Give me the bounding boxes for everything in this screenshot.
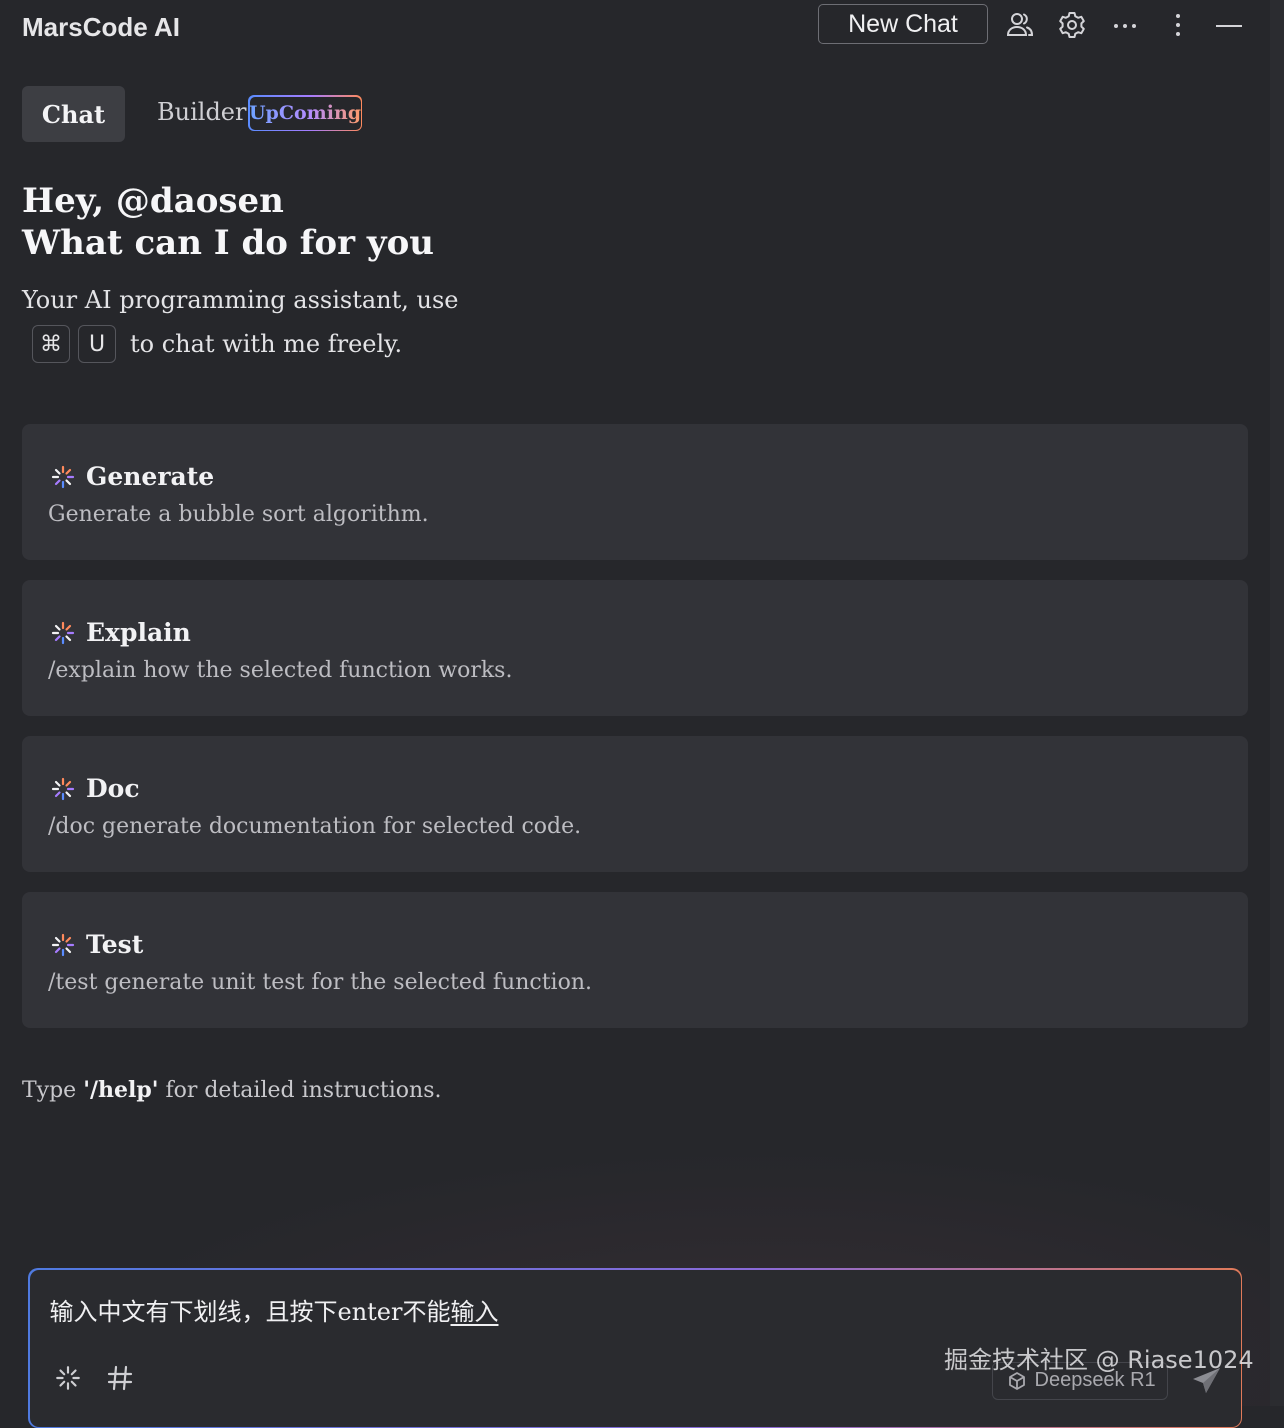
tab-chat[interactable]: Chat	[22, 86, 125, 142]
card-description: /explain how the selected function works…	[48, 658, 513, 683]
scrollbar[interactable]	[1270, 0, 1284, 1406]
card-title: Doc	[86, 774, 140, 803]
suggestion-card-generate[interactable]: Generate Generate a bubble sort algorith…	[22, 424, 1248, 560]
card-title: Generate	[86, 462, 215, 491]
people-icon[interactable]	[1003, 8, 1037, 42]
u-key: U	[78, 325, 116, 363]
upcoming-badge-text: UpComing	[248, 102, 362, 124]
intro-text: Your AI programming assistant, use	[22, 286, 459, 314]
top-bar: MarsCode AI New Chat	[0, 0, 1284, 60]
card-title: Test	[86, 930, 144, 959]
sparkle-icon[interactable]	[52, 1362, 84, 1394]
intro-text-tail: to chat with me freely.	[130, 330, 403, 358]
sparkle-icon	[51, 777, 75, 800]
card-description: /test generate unit test for the selecte…	[48, 970, 592, 995]
help-command: '/help'	[83, 1077, 159, 1103]
tab-builder[interactable]: Builder	[157, 98, 246, 126]
command-key: ⌘	[32, 325, 70, 363]
card-description: /doc generate documentation for selected…	[48, 814, 582, 839]
card-title: Explain	[86, 618, 191, 647]
greeting-title: Hey, @daosen	[22, 181, 284, 221]
suggestion-card-test[interactable]: Test /test generate unit test for the se…	[22, 892, 1248, 1028]
suggestion-card-doc[interactable]: Doc /doc generate documentation for sele…	[22, 736, 1248, 872]
new-chat-button[interactable]: New Chat	[818, 4, 988, 44]
sparkle-icon	[51, 933, 75, 956]
sparkle-icon	[51, 465, 75, 488]
upcoming-badge: UpComing	[248, 95, 362, 131]
greeting-question: What can I do for you	[22, 223, 435, 263]
ime-composing-text: 输入	[450, 1297, 499, 1326]
help-hint: Type '/help' for detailed instructions.	[22, 1077, 442, 1103]
app-title: MarsCode AI	[22, 12, 180, 42]
more-horizontal-icon[interactable]	[1108, 8, 1142, 42]
more-vertical-icon[interactable]	[1161, 8, 1195, 42]
sparkle-icon	[51, 621, 75, 644]
watermark: 掘金技术社区 @ Riase1024	[944, 1346, 1254, 1374]
intro-shortcut-line: ⌘ U to chat with me freely.	[32, 324, 402, 364]
gear-icon[interactable]	[1055, 8, 1089, 42]
greeting-block: Hey, @daosen What can I do for you	[22, 180, 434, 264]
chat-input-field[interactable]: 输入中文有下划线，且按下enter不能输入	[50, 1292, 499, 1327]
mode-tabs: Chat Builder UpComing	[22, 86, 422, 142]
minimize-icon[interactable]	[1212, 8, 1246, 42]
hash-icon[interactable]	[104, 1362, 136, 1394]
card-description: Generate a bubble sort algorithm.	[48, 502, 429, 527]
suggestion-card-explain[interactable]: Explain /explain how the selected functi…	[22, 580, 1248, 716]
